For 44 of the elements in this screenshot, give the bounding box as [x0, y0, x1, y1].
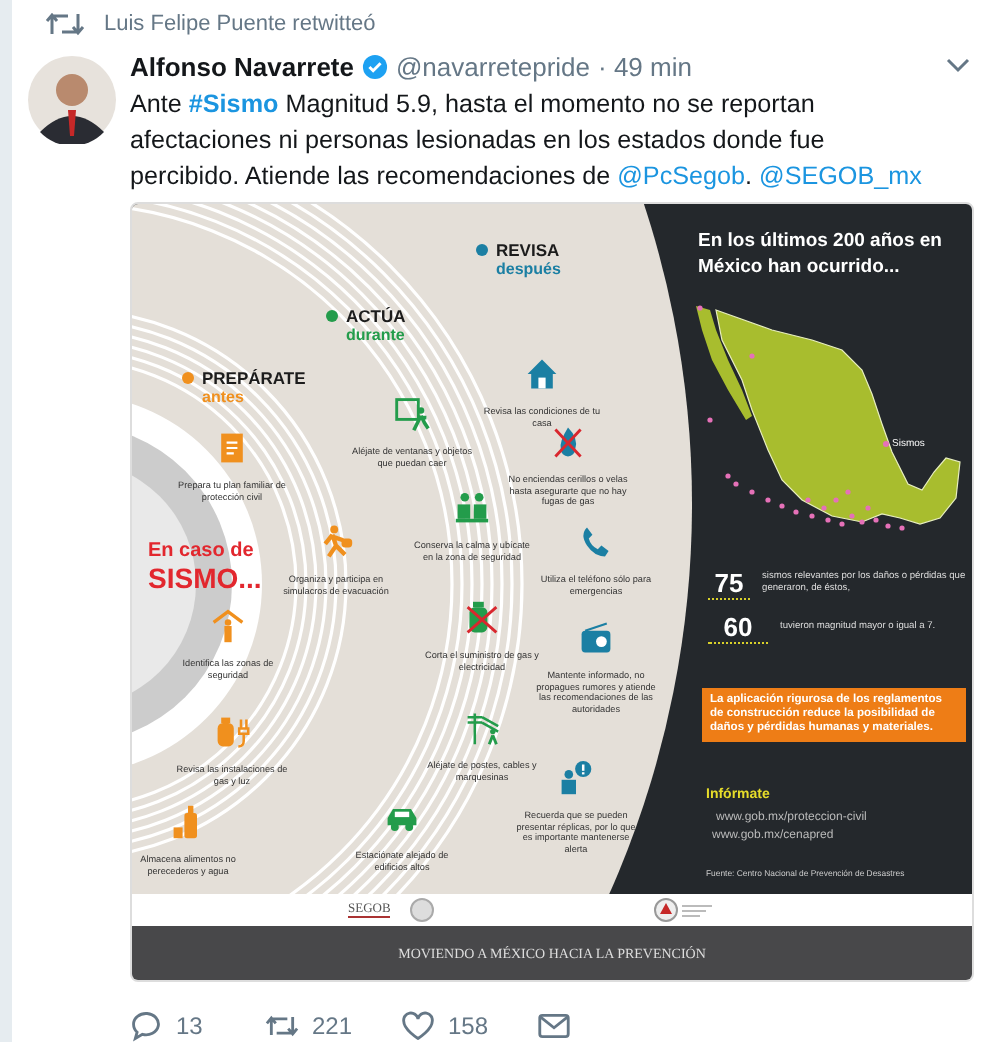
- author-name[interactable]: Alfonso Navarrete: [130, 51, 354, 81]
- person-exiting-icon: [394, 396, 430, 432]
- tweet-time[interactable]: · 49 min: [598, 51, 692, 81]
- crossed-gas-tank-icon: [464, 600, 500, 636]
- mention-link[interactable]: @PcSegob: [617, 162, 746, 190]
- tweet-text: Ante #Sismo Magnitud 5.9, hasta el momento no se reportan afectaciones ni personas lesionadas en los estados donde fue percibido. Atiende las recomendaciones de @PcSegob. @SEGOB_mx: [130, 88, 924, 194]
- headline: SISMO...: [148, 562, 262, 594]
- stat-number: 60: [708, 612, 768, 644]
- emblem-icon: [654, 898, 715, 922]
- infographic[interactable]: [130, 202, 974, 982]
- person-under-roof-icon: [210, 608, 246, 644]
- reply-count: 13: [176, 1012, 203, 1040]
- stats-title: En los últimos 200 años en México han ocurrido...: [698, 228, 944, 280]
- person-speech-icon: [558, 760, 594, 796]
- retweet-count: 221: [312, 1012, 353, 1040]
- chevron-icon[interactable]: [946, 58, 970, 74]
- avatar[interactable]: [28, 56, 116, 144]
- phase-title: PREPÁRATE: [202, 368, 306, 388]
- reply-icon[interactable]: [128, 1010, 164, 1042]
- envelope-icon[interactable]: [536, 1010, 572, 1042]
- hashtag-link[interactable]: #Sismo: [188, 90, 279, 118]
- like-count: 158: [448, 1012, 489, 1040]
- phase-subtitle: después: [496, 260, 561, 278]
- retweet-icon[interactable]: [264, 1010, 300, 1042]
- gas-tank-plug-icon: [214, 714, 250, 750]
- retweet-icon: [44, 12, 88, 36]
- phone-icon: [578, 524, 614, 560]
- house-icon: [524, 356, 560, 392]
- seal-icon: [410, 898, 435, 922]
- phase-subtitle: durante: [346, 326, 406, 344]
- mention-link[interactable]: @SEGOB_mx: [759, 162, 922, 190]
- running-person-icon: [318, 524, 354, 560]
- phase-title: ACTÚA: [346, 306, 406, 326]
- stat-number: 75: [708, 568, 751, 600]
- retweet-notice: Luis Felipe Puente retwitteó: [104, 12, 376, 36]
- heart-icon[interactable]: [400, 1010, 436, 1042]
- power-pole-icon: [464, 710, 500, 746]
- radio-icon: [578, 620, 614, 656]
- phase-title: REVISA: [496, 240, 560, 260]
- two-people-icon: [454, 490, 490, 526]
- phase-subtitle: antes: [202, 388, 246, 406]
- headline: En caso de: [148, 540, 254, 562]
- author-handle[interactable]: @navarretepride: [395, 51, 591, 81]
- crossed-flame-icon: [550, 424, 586, 460]
